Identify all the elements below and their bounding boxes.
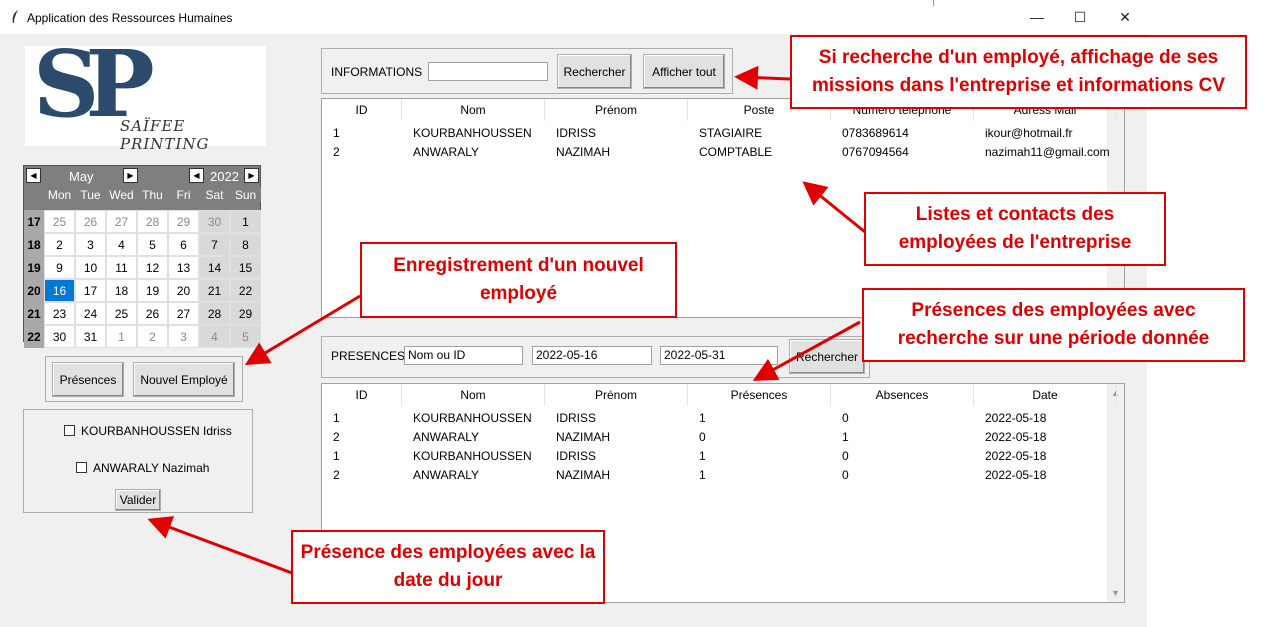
annotation-list: Listes et contacts des employées de l'en… — [864, 192, 1166, 266]
arrow-presence-period — [752, 320, 861, 381]
arrow-new — [244, 294, 361, 366]
annotation-search: Si recherche d'un employé, affichage de … — [790, 35, 1247, 109]
arrow-list — [802, 181, 866, 234]
annotation-presence-period: Présences des employées avec recherche s… — [862, 288, 1245, 362]
annotation-presence-today: Présence des employées avec la date du j… — [291, 530, 605, 604]
arrow-presence-today — [147, 516, 293, 575]
arrow-search — [734, 65, 791, 90]
annotation-new: Enregistrement d'un nouvel employé — [360, 242, 677, 318]
